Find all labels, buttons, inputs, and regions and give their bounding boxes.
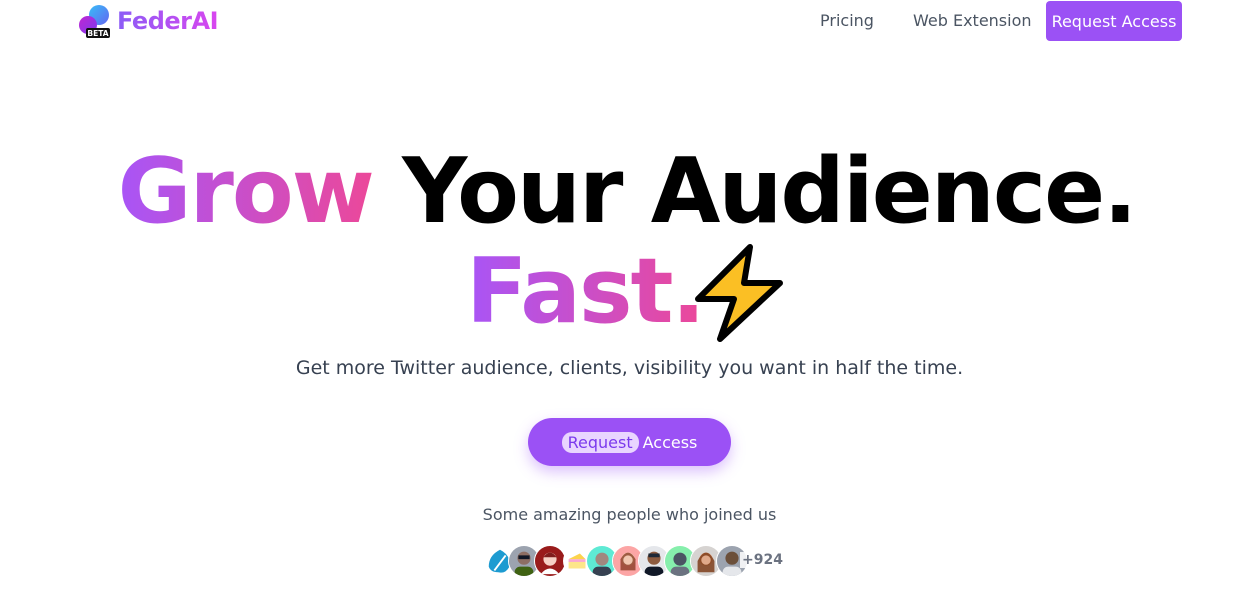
cta-rest-text: Access: [642, 432, 698, 452]
nav-web-extension-link[interactable]: Web Extension: [913, 11, 1032, 30]
logo-mark-icon: BETA: [78, 4, 112, 38]
hero-subtitle: Get more Twitter audience, clients, visi…: [295, 357, 964, 379]
lightning-bolt-icon: [690, 243, 788, 343]
nav-pricing-link[interactable]: Pricing: [820, 11, 874, 30]
site-header: BETA FederAI Pricing Web Extension Reque…: [0, 0, 1253, 44]
cta-highlight-text: Request: [561, 431, 639, 453]
beta-badge: BETA: [87, 29, 108, 38]
logo-text: FederAI: [117, 7, 219, 35]
landing-page: BETA FederAI Pricing Web Extension Reque…: [0, 0, 1253, 611]
headline-grow: Grow: [117, 139, 375, 244]
logo[interactable]: BETA FederAI: [78, 4, 219, 38]
hero-headline: Grow Your Audience.: [0, 140, 1253, 244]
social-proof-caption: Some amazing people who joined us: [482, 505, 777, 524]
headline-fast: Fast.: [466, 239, 706, 344]
avatar-stack: [484, 545, 784, 579]
headline-your-audience: Your Audience.: [402, 139, 1137, 244]
hero-request-access-button[interactable]: Request Access: [528, 418, 731, 466]
more-members-count: +924: [740, 552, 785, 568]
header-request-access-button[interactable]: Request Access: [1046, 1, 1182, 41]
